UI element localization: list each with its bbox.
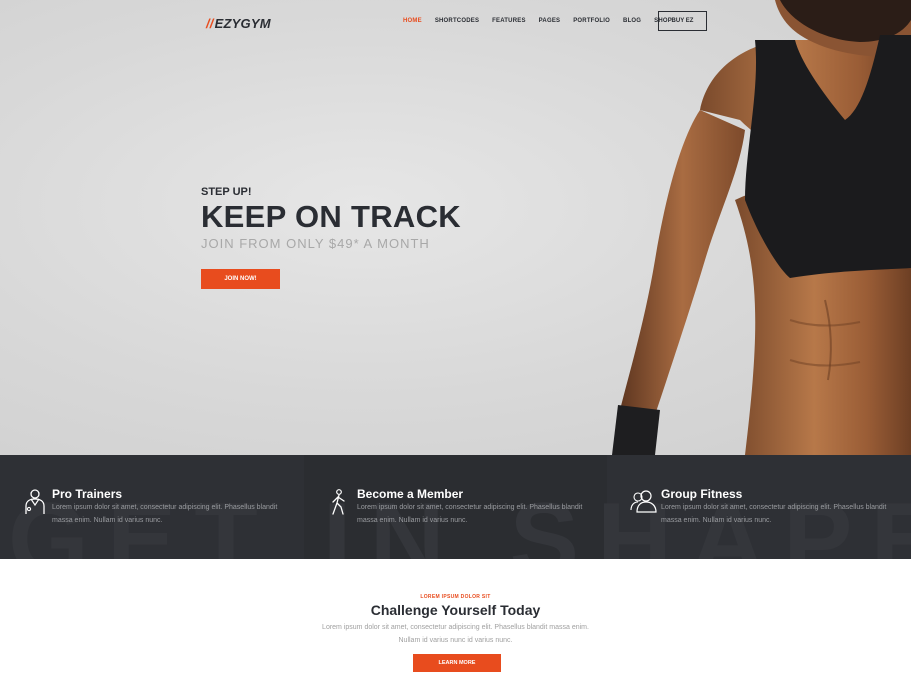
hero-subtitle: JOIN FROM ONLY $49* A MONTH [201,236,430,251]
feature-title: Group Fitness [661,487,743,501]
join-now-button[interactable]: JOIN NOW! [201,269,280,289]
feature-title: Pro Trainers [52,487,123,501]
nav-item-pages[interactable]: PAGES [539,18,561,24]
hero-title: KEEP ON TRACK [201,199,461,234]
hero-section: //EZYGYM HOME SHORTCODES FEATURES PAGES … [0,0,911,455]
nav-item-home[interactable]: HOME [403,18,422,24]
nav-item-shortcodes[interactable]: SHORTCODES [435,18,479,24]
feature-desc: Lorem ipsum dolor sit amet, consectetur … [52,504,278,524]
nav-item-features[interactable]: FEATURES [492,18,526,24]
hero-kicker: STEP UP! [201,186,252,198]
feature-title: Become a Member [357,487,464,501]
challenge-desc: Lorem ipsum dolor sit amet, consectetur … [322,624,589,644]
feature-desc: Lorem ipsum dolor sit amet, consectetur … [357,504,583,524]
trainer-icon [25,489,45,514]
logo-text: EZYGYM [214,16,271,31]
hero-text: STEP UP! KEEP ON TRACK JOIN FROM ONLY $4… [201,186,461,251]
learn-more-button[interactable]: LEARN MORE [413,654,501,672]
site-logo[interactable]: //EZYGYM [206,16,271,31]
feature-desc: Lorem ipsum dolor sit amet, consectetur … [661,504,887,524]
group-icon [630,490,657,513]
challenge-eyebrow: LOREM IPSUM DOLOR SIT [420,594,491,600]
challenge-title: Challenge Yourself Today [370,602,541,618]
walking-person-icon [332,489,345,515]
athlete-image [612,0,911,455]
